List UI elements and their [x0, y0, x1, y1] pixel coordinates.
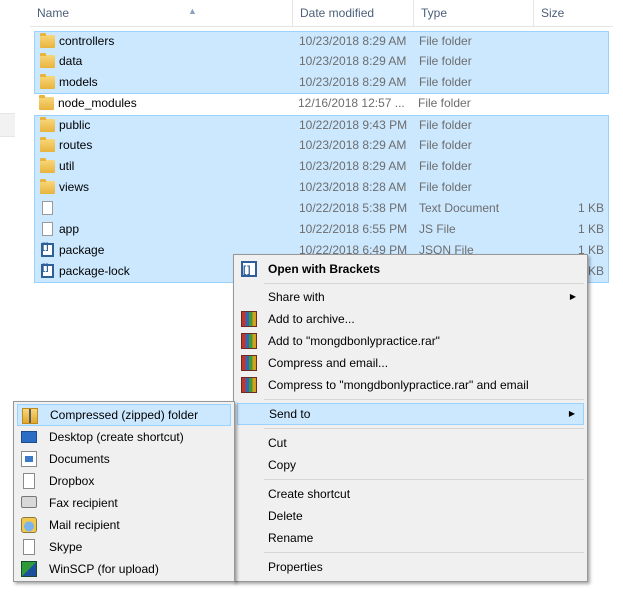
mail-icon [21, 517, 37, 533]
menu-item-delete[interactable]: Delete [237, 505, 584, 527]
menu-item-add-to-rar[interactable]: Add to "mongdbonlypractice.rar" [237, 330, 584, 352]
send-to-documents[interactable]: Documents [17, 448, 231, 470]
brackets-file-icon [41, 262, 54, 278]
file-row-routes[interactable]: routes 10/23/2018 8:29 AM File folder [34, 136, 609, 157]
folder-icon [40, 117, 55, 132]
send-to-skype[interactable]: Skype [17, 536, 231, 558]
menu-separator [264, 399, 584, 400]
menu-item-properties[interactable]: Properties [237, 556, 584, 578]
send-to-winscp[interactable]: WinSCP (for upload) [17, 558, 231, 580]
file-row-node-modules[interactable]: node_modules 12/16/2018 12:57 ... File f… [34, 94, 609, 115]
file-row-views[interactable]: views 10/23/2018 8:28 AM File folder [34, 178, 609, 199]
folder-icon [40, 33, 55, 48]
send-to-mail-recipient[interactable]: Mail recipient [17, 514, 231, 536]
send-to-fax-recipient[interactable]: Fax recipient [17, 492, 231, 514]
menu-separator [264, 552, 584, 553]
brackets-file-icon [41, 241, 54, 257]
file-row-util[interactable]: util 10/23/2018 8:29 AM File folder [34, 157, 609, 178]
zip-folder-icon [22, 408, 38, 424]
menu-item-rename[interactable]: Rename [237, 527, 584, 549]
menu-item-cut[interactable]: Cut [237, 432, 584, 454]
folder-icon [40, 137, 55, 152]
menu-item-create-shortcut[interactable]: Create shortcut [237, 483, 584, 505]
menu-item-share-with[interactable]: Share with ▶ [237, 286, 584, 308]
send-to-submenu: Compressed (zipped) folder Desktop (crea… [13, 401, 235, 582]
winrar-icon [241, 311, 257, 327]
documents-icon [21, 451, 37, 467]
send-to-dropbox[interactable]: Dropbox [17, 470, 231, 492]
text-document-icon [42, 201, 53, 215]
winscp-icon [21, 561, 37, 577]
menu-item-send-to[interactable]: Send to ▶ [237, 403, 584, 425]
brackets-icon [241, 260, 257, 282]
menu-item-add-to-archive[interactable]: Add to archive... [237, 308, 584, 330]
file-row-models[interactable]: models 10/23/2018 8:29 AM File folder [34, 73, 609, 94]
menu-item-copy[interactable]: Copy [237, 454, 584, 476]
context-menu: Open with Brackets Share with ▶ Add to a… [233, 254, 588, 582]
folder-icon [40, 53, 55, 68]
folder-icon [40, 158, 55, 173]
dropbox-icon [23, 473, 35, 489]
fax-icon [21, 496, 37, 508]
column-header-row: Name ▲ Date modified Type Size [30, 0, 613, 27]
submenu-arrow-icon: ▶ [568, 409, 575, 418]
send-to-compressed-folder[interactable]: Compressed (zipped) folder [17, 404, 231, 426]
winrar-icon [241, 377, 257, 393]
column-header-date[interactable]: Date modified [292, 0, 413, 26]
file-row-app[interactable]: app 10/22/2018 6:55 PM JS File 1 KB [34, 220, 609, 241]
winrar-icon [241, 333, 257, 349]
desktop-icon [21, 431, 37, 443]
submenu-arrow-icon: ▶ [569, 292, 576, 301]
menu-separator [264, 283, 584, 284]
folder-icon [39, 95, 54, 110]
menu-item-compress-rar-and-email[interactable]: Compress to "mongdbonlypractice.rar" and… [237, 374, 584, 396]
winrar-icon [241, 355, 257, 371]
file-row-text-document[interactable]: 10/22/2018 5:38 PM Text Document 1 KB [34, 199, 609, 220]
file-row-public[interactable]: public 10/22/2018 9:43 PM File folder [34, 115, 609, 136]
skype-icon [23, 539, 35, 555]
send-to-desktop[interactable]: Desktop (create shortcut) [17, 426, 231, 448]
column-header-name[interactable]: Name ▲ [30, 0, 292, 26]
file-row-controllers[interactable]: controllers 10/23/2018 8:29 AM File fold… [34, 31, 609, 52]
js-file-icon [42, 222, 53, 236]
menu-separator [264, 428, 584, 429]
column-header-type[interactable]: Type [413, 0, 533, 26]
menu-item-compress-and-email[interactable]: Compress and email... [237, 352, 584, 374]
file-row-data[interactable]: data 10/23/2018 8:29 AM File folder [34, 52, 609, 73]
column-header-size[interactable]: Size [533, 0, 613, 26]
menu-separator [264, 479, 584, 480]
menu-item-open-with-brackets[interactable]: Open with Brackets [237, 258, 584, 282]
folder-icon [40, 179, 55, 194]
sort-ascending-icon: ▲ [188, 6, 197, 16]
folder-icon [40, 74, 55, 89]
